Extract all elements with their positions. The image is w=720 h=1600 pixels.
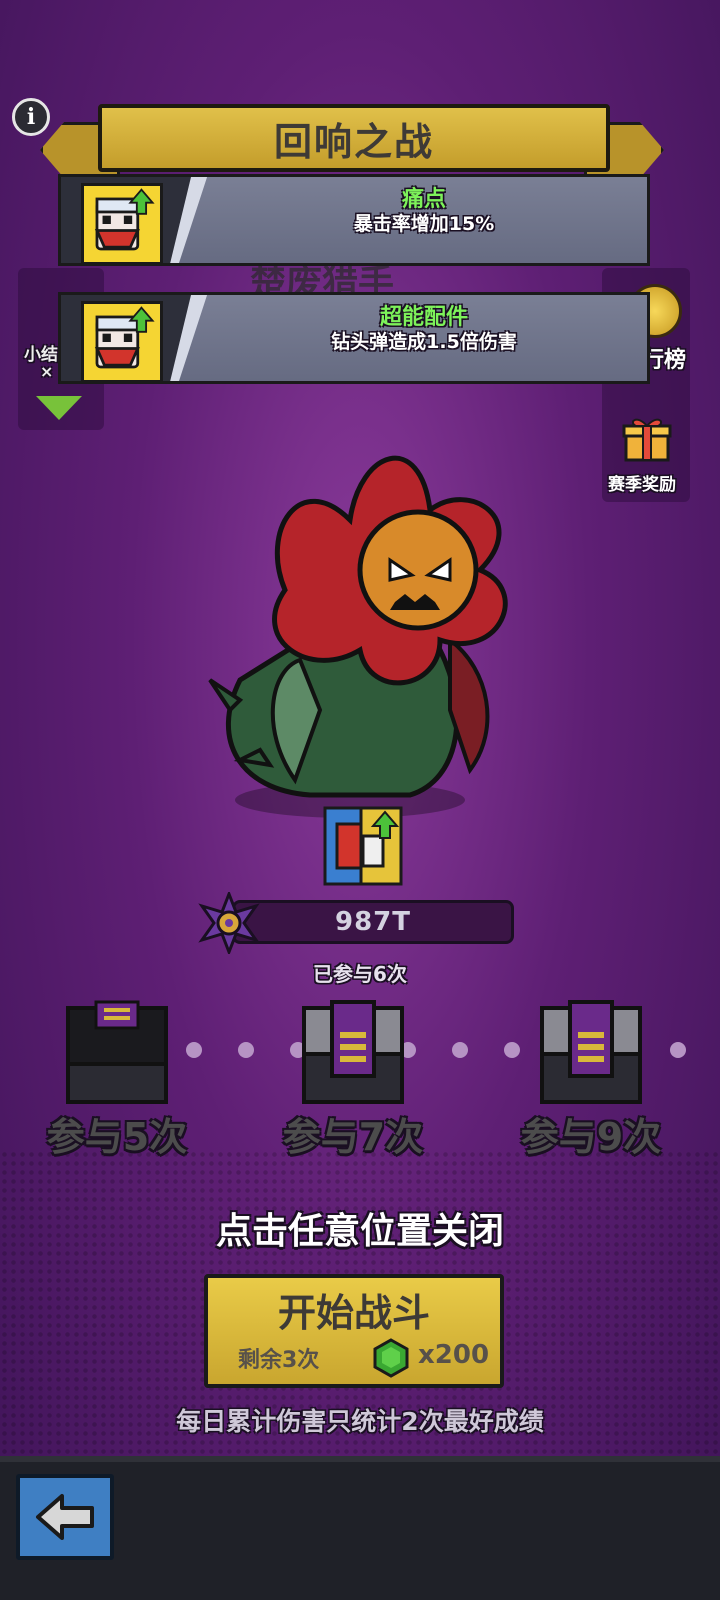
buff-desc: 暴击率增加15%: [353, 213, 495, 235]
participation-count: 已参与6次: [313, 962, 407, 986]
character-upgrade-icon: [81, 301, 163, 383]
gift-icon[interactable]: [622, 414, 672, 462]
close-hint[interactable]: 点击任意位置关闭: [0, 1202, 720, 1254]
start-battle-button[interactable]: 开始战斗 剩余3次 x200: [204, 1274, 504, 1388]
skill-upgrade-icon: [323, 806, 403, 886]
season-reward-label[interactable]: 赛季奖励: [608, 470, 676, 495]
boss-flower-monster: [208, 455, 508, 818]
damage-emblem-icon: [198, 892, 260, 954]
chest-locked-icon[interactable]: [300, 1000, 406, 1106]
track-dot: [504, 1042, 520, 1058]
title-banner: 回响之战: [98, 104, 610, 172]
milestone-label: 参与9次: [520, 1115, 662, 1159]
buff-row-1: 痛点 暴击率增加15%: [58, 174, 650, 266]
buff-desc: 钻头弹造成1.5倍伤害: [331, 331, 517, 353]
track-dot: [452, 1042, 468, 1058]
page-title: 回响之战: [273, 119, 434, 164]
gem-icon: [373, 1338, 409, 1378]
back-arrow-icon: [36, 1494, 94, 1540]
buff-row-2: 超能配件 钻头弹造成1.5倍伤害: [58, 292, 650, 384]
character-upgrade-icon: [81, 183, 163, 265]
remaining-attempts: 剩余3次: [238, 1348, 320, 1373]
milestone-label: 参与7次: [282, 1115, 424, 1159]
milestone-label: 参与5次: [46, 1115, 188, 1159]
track-dot: [186, 1042, 202, 1058]
footnote: 每日累计伤害只统计2次最好成绩: [176, 1407, 544, 1436]
start-battle-label: 开始战斗: [277, 1291, 430, 1335]
info-icon[interactable]: i: [12, 98, 50, 136]
track-dot: [238, 1042, 254, 1058]
chest-opened-icon[interactable]: [64, 1000, 170, 1106]
damage-value: 987T: [334, 907, 411, 937]
back-button[interactable]: [16, 1474, 114, 1560]
gem-cost: x200: [418, 1340, 490, 1370]
track-dot: [670, 1042, 686, 1058]
damage-bar: 987T: [232, 900, 514, 944]
chevron-down-icon[interactable]: [36, 396, 82, 420]
chest-locked-icon[interactable]: [538, 1000, 644, 1106]
left-panel-sub: ×: [40, 362, 54, 381]
